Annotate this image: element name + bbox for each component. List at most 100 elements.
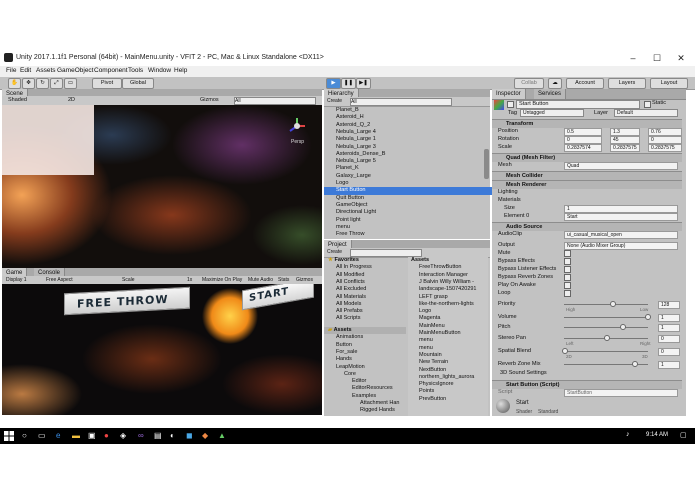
favorite-item[interactable]: All Modified <box>324 272 416 279</box>
hierarchy-item[interactable]: GameObject <box>324 202 496 209</box>
pause-button[interactable]: ❚❚ <box>341 78 356 89</box>
layout-dropdown[interactable]: Layout <box>650 78 688 89</box>
hierarchy-item[interactable]: Point light <box>324 217 496 224</box>
hierarchy-item[interactable]: menu <box>324 224 496 231</box>
hierarchy-item[interactable]: Nebula_Large 4 <box>324 129 496 136</box>
unity-taskbar-icon[interactable]: ◈ <box>120 431 130 441</box>
hierarchy-item[interactable]: Quit Button <box>324 195 496 202</box>
taskbar-app-icon[interactable]: ▲ <box>218 431 228 441</box>
asset-item[interactable]: LEFT grasp <box>408 294 499 301</box>
search-icon[interactable]: ○ <box>22 431 32 441</box>
tab-services[interactable]: Services <box>534 89 567 99</box>
hierarchy-item-selected[interactable]: Start Button <box>324 187 496 195</box>
asset-item[interactable]: FreeThrowButton <box>408 264 499 271</box>
bypass-effects-checkbox[interactable] <box>564 258 571 265</box>
layer-dropdown[interactable]: Default <box>614 109 678 117</box>
favorite-item[interactable]: All In Progress <box>324 264 416 271</box>
asset-item[interactable]: Magenta <box>408 315 499 322</box>
play-on-awake-checkbox[interactable] <box>564 282 571 289</box>
asset-item[interactable]: MainMenuButton <box>408 330 499 337</box>
folder-item[interactable]: Button <box>324 342 416 349</box>
hierarchy-item[interactable]: Asteroid_H <box>324 114 496 121</box>
hierarchy-item[interactable]: Logo <box>324 180 496 187</box>
assets-folder-header[interactable]: ▰ Assets <box>324 327 406 335</box>
stats-toggle[interactable]: Stats <box>278 277 289 283</box>
display-dropdown[interactable]: Display 1 <box>6 277 27 283</box>
hierarchy-item[interactable]: Nebula_Large 1 <box>324 136 496 143</box>
app-icon[interactable]: ● <box>104 431 114 441</box>
menu-assets[interactable]: Assets <box>36 67 56 74</box>
shaded-dropdown[interactable]: Shaded <box>8 97 27 103</box>
taskbar-app-icon[interactable]: ◼ <box>186 431 196 441</box>
project-search-input[interactable] <box>350 249 422 257</box>
favorite-item[interactable]: All Materials <box>324 294 416 301</box>
folder-item[interactable]: Hands <box>324 356 416 363</box>
hierarchy-search-input[interactable]: All <box>350 98 452 106</box>
taskbar-app-icon[interactable]: ◆ <box>202 431 212 441</box>
static-checkbox[interactable] <box>644 101 651 108</box>
visual-studio-icon[interactable]: ∞ <box>138 431 148 441</box>
maximize-on-play-toggle[interactable]: Maximize On Play <box>202 277 242 283</box>
pivot-toggle[interactable]: Pivot <box>92 78 122 89</box>
move-tool-icon[interactable]: ✥ <box>22 78 35 89</box>
taskbar-app-icon[interactable]: ▤ <box>154 431 164 441</box>
hierarchy-item[interactable]: Asteroid_Q_2 <box>324 122 496 129</box>
volume-field[interactable]: 1 <box>658 314 680 322</box>
script-field[interactable]: StartButton <box>564 389 678 397</box>
hierarchy-create-dropdown[interactable]: Create <box>327 98 342 104</box>
bypass-reverb-checkbox[interactable] <box>564 274 571 281</box>
hierarchy-item[interactable]: Directional Light <box>324 209 496 216</box>
asset-item[interactable]: Logo <box>408 308 499 315</box>
asset-item[interactable]: MainMenu <box>408 323 499 330</box>
pitch-field[interactable]: 1 <box>658 324 680 332</box>
folder-item[interactable]: Animations <box>324 334 416 341</box>
task-view-icon[interactable]: ▭ <box>38 431 48 441</box>
close-button[interactable]: ✕ <box>670 52 692 64</box>
hierarchy-item[interactable]: Nebula_Large 3 <box>324 144 496 151</box>
scene-gizmo-icon[interactable] <box>288 117 306 135</box>
windows-start-icon[interactable] <box>4 431 14 441</box>
audioclip-field[interactable]: ui_casual_musical_open <box>564 231 678 239</box>
menu-edit[interactable]: Edit <box>20 67 31 74</box>
step-button[interactable]: ▶❚ <box>356 78 371 89</box>
hierarchy-item[interactable]: Planet_B <box>324 107 496 114</box>
store-icon[interactable]: ▣ <box>88 431 98 441</box>
clock-time[interactable]: 9:14 AM <box>646 432 668 438</box>
volume-slider-knob[interactable] <box>645 314 651 320</box>
hierarchy-item[interactable]: Nebula_Large 5 <box>324 158 496 165</box>
rotate-tool-icon[interactable]: ↻ <box>36 78 49 89</box>
minimize-button[interactable]: – <box>622 52 644 64</box>
asset-item[interactable]: menu <box>408 337 499 344</box>
pitch-slider-knob[interactable] <box>620 324 626 330</box>
play-button[interactable]: ▶ <box>326 78 341 89</box>
scale-y-field[interactable]: 0.2837575 <box>610 144 640 152</box>
menu-file[interactable]: File <box>6 67 16 74</box>
edge-icon[interactable]: e <box>56 431 66 441</box>
asset-item[interactable]: NextButton <box>408 367 499 374</box>
folder-item[interactable]: LeapMotion <box>324 364 416 371</box>
maximize-button[interactable]: ☐ <box>646 52 668 64</box>
shader-value[interactable]: Standard <box>538 409 558 415</box>
active-checkbox[interactable] <box>507 101 514 108</box>
asset-item[interactable]: New Terrain <box>408 359 499 366</box>
layers-dropdown[interactable]: Layers <box>608 78 646 89</box>
bypass-listener-checkbox[interactable] <box>564 266 571 273</box>
volume-icon[interactable]: ♪ <box>626 431 636 441</box>
rect-tool-icon[interactable]: ▭ <box>64 78 77 89</box>
favorite-item[interactable]: All Conflicts <box>324 279 416 286</box>
2d-toggle[interactable]: 2D <box>68 97 75 103</box>
taskbar-app-icon[interactable]: ◐ <box>170 431 180 441</box>
scene-search-input[interactable]: All <box>234 97 316 105</box>
aspect-dropdown[interactable]: Free Aspect <box>46 277 73 283</box>
reverb-zone-mix-slider-knob[interactable] <box>632 361 638 367</box>
scene-viewport[interactable]: Persp <box>2 105 322 268</box>
asset-item[interactable]: northern_lights_aurora <box>408 374 499 381</box>
asset-item[interactable]: J Balvin Willy William - <box>408 279 499 286</box>
asset-item[interactable]: menu <box>408 345 499 352</box>
asset-item[interactable]: PrevButton <box>408 396 499 403</box>
mute-audio-toggle[interactable]: Mute Audio <box>248 277 273 283</box>
menu-window[interactable]: Window <box>148 67 171 74</box>
folder-item[interactable]: For_sale <box>324 349 416 356</box>
hand-tool-icon[interactable]: ✋ <box>8 78 21 89</box>
scale-x-field[interactable]: 0.2837574 <box>564 144 602 152</box>
